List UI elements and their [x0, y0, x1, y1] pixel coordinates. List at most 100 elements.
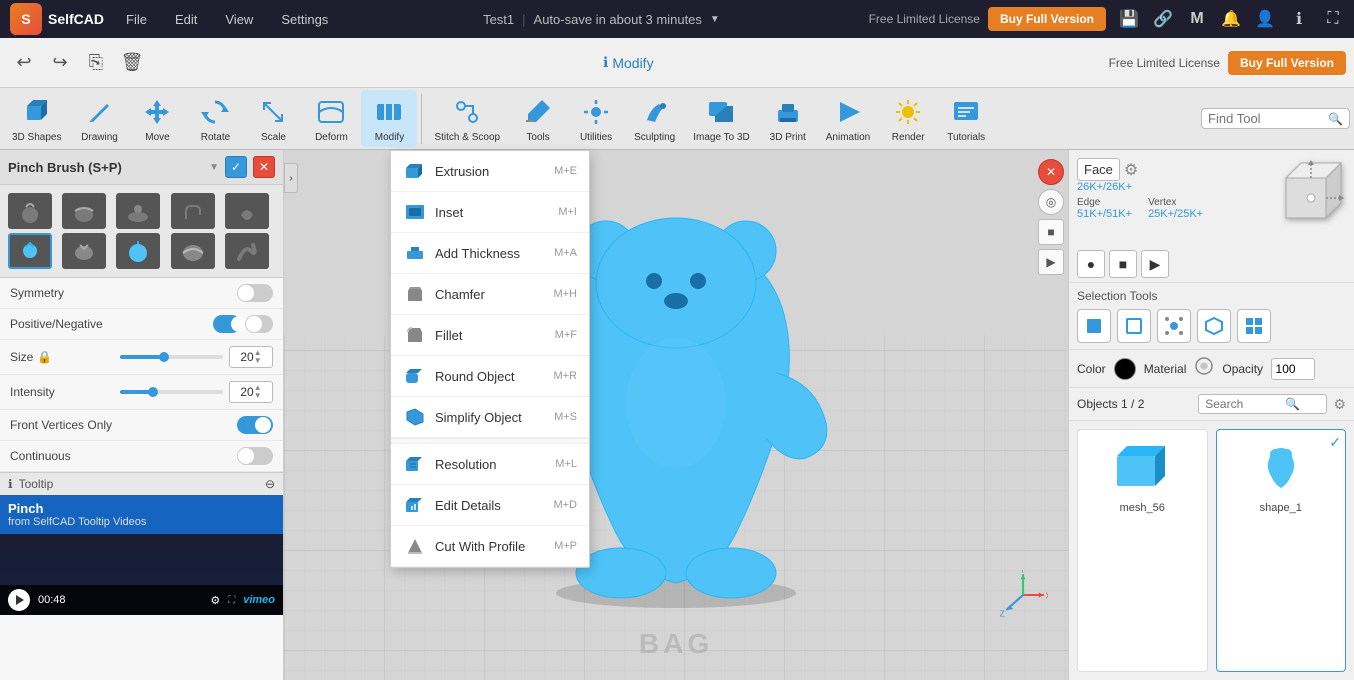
tool-modify[interactable]: Modify [361, 90, 417, 147]
view-mode-icon-3[interactable]: ▶ [1141, 250, 1169, 278]
menu-file[interactable]: File [120, 10, 153, 29]
objects-search-icon[interactable]: 🔍 [1285, 397, 1300, 411]
brush-dropdown-arrow[interactable]: ▼ [209, 162, 219, 173]
select-object-button[interactable] [1197, 309, 1231, 343]
brush-cancel-button[interactable]: ✕ [253, 156, 275, 178]
view-mode-icon-2[interactable]: ■ [1109, 250, 1137, 278]
tool-stitch[interactable]: Stitch & Scoop [426, 90, 508, 147]
tool-3dshapes[interactable]: 3D Shapes [4, 90, 69, 147]
tooltip-collapse-button[interactable]: ⊖ [265, 477, 275, 491]
tool-render[interactable]: Render [880, 90, 936, 147]
intensity-slider[interactable] [120, 390, 224, 394]
brush-crease[interactable] [171, 233, 215, 269]
brush-pinch[interactable] [8, 193, 52, 229]
select-face-button[interactable] [1077, 309, 1111, 343]
brush-inflate[interactable] [116, 233, 160, 269]
size-slider[interactable] [120, 355, 224, 359]
symmetry-toggle[interactable] [237, 284, 273, 302]
viewport-square-btn2[interactable]: ▶ [1038, 249, 1064, 275]
view-settings-icon[interactable]: ⚙ [1124, 160, 1138, 180]
brush-confirm-button[interactable]: ✓ [225, 156, 247, 178]
dropdown-extrusion[interactable]: Extrusion M+E [391, 151, 589, 192]
menu-settings[interactable]: Settings [275, 10, 334, 29]
autosave-arrow[interactable]: ▼ [710, 14, 720, 25]
brush-smooth[interactable] [62, 193, 106, 229]
save-icon[interactable]: 💾 [1118, 8, 1140, 30]
share-icon[interactable]: 🔗 [1152, 8, 1174, 30]
undo-button[interactable]: ↩ [8, 47, 40, 79]
positive-toggle[interactable] [213, 315, 241, 333]
brush-push[interactable] [62, 233, 106, 269]
objects-search-input[interactable] [1205, 397, 1285, 411]
dropdown-fillet[interactable]: Fillet M+F [391, 315, 589, 356]
logo-icon[interactable]: S [10, 3, 42, 35]
face-mode-dropdown[interactable]: Face [1077, 158, 1120, 181]
tool-move[interactable]: Move [129, 90, 185, 147]
tool-scale[interactable]: Scale [245, 90, 301, 147]
tool-deform[interactable]: Deform [303, 90, 359, 147]
redo-button[interactable]: ↪ [44, 47, 76, 79]
view-mode-icon-1[interactable]: ● [1077, 250, 1105, 278]
dropdown-inset[interactable]: Inset M+I [391, 192, 589, 233]
dropdown-add-thickness[interactable]: Add Thickness M+A [391, 233, 589, 274]
color-swatch[interactable] [1114, 358, 1136, 380]
close-viewport-button[interactable]: ✕ [1038, 159, 1064, 185]
continuous-toggle[interactable] [237, 447, 273, 465]
info-icon[interactable]: ℹ [1288, 8, 1310, 30]
buy-button2[interactable]: Buy Full Version [1228, 51, 1346, 75]
dropdown-simplify-object[interactable]: Simplify Object M+S [391, 397, 589, 438]
dropdown-edit-details[interactable]: Edit Details M+D [391, 485, 589, 526]
size-input[interactable]: 20 ▲ ▼ [229, 346, 273, 368]
video-expand-icon[interactable]: ⛶ [228, 595, 235, 606]
object-card-mesh56[interactable]: mesh_56 [1077, 429, 1208, 672]
m-icon[interactable]: M [1186, 8, 1208, 30]
dropdown-resolution[interactable]: Resolution M+L [391, 444, 589, 485]
brush-snake[interactable] [225, 233, 269, 269]
opacity-input[interactable] [1271, 358, 1315, 380]
tool-sculpting[interactable]: Sculpting [626, 90, 683, 147]
buy-button[interactable]: Buy Full Version [988, 7, 1106, 31]
intensity-down-arrow[interactable]: ▼ [254, 392, 262, 400]
negative-toggle[interactable] [245, 315, 273, 333]
brush-grab[interactable] [171, 193, 215, 229]
find-tool-input[interactable] [1208, 111, 1328, 126]
select-edge-button[interactable] [1117, 309, 1151, 343]
brush-flatten[interactable] [116, 193, 160, 229]
tool-drawing[interactable]: Drawing [71, 90, 127, 147]
tool-3dprint-label: 3D Print [770, 132, 806, 143]
video-play-button[interactable] [8, 589, 30, 611]
brush-twist[interactable] [225, 193, 269, 229]
object-card-shape1[interactable]: ✓ shape_1 [1216, 429, 1347, 672]
objects-settings-icon[interactable]: ⚙ [1333, 396, 1346, 413]
size-lock-icon[interactable]: 🔒 [37, 350, 52, 364]
tool-tutorials[interactable]: Tutorials [938, 90, 994, 147]
front-vertices-toggle[interactable] [237, 416, 273, 434]
view-cube[interactable] [1266, 158, 1346, 238]
notification-icon[interactable]: 🔔 [1220, 8, 1242, 30]
select-vertex-button[interactable] [1157, 309, 1191, 343]
tool-rotate[interactable]: Rotate [187, 90, 243, 147]
dropdown-chamfer[interactable]: Chamfer M+H [391, 274, 589, 315]
delete-button[interactable]: 🗑 [116, 47, 148, 79]
intensity-input[interactable]: 20 ▲ ▼ [229, 381, 273, 403]
tool-3dprint[interactable]: 3D Print [760, 90, 816, 147]
select-all-button[interactable] [1237, 309, 1271, 343]
tool-tools[interactable]: Tools [510, 90, 566, 147]
video-settings-icon[interactable]: ⚙ [210, 594, 220, 607]
material-button[interactable] [1194, 356, 1214, 381]
dropdown-cut-with-profile[interactable]: Cut With Profile M+P [391, 526, 589, 567]
fullscreen-icon[interactable]: ⛶ [1322, 8, 1344, 30]
user-icon[interactable]: 👤 [1254, 8, 1276, 30]
brush-pinch2[interactable] [8, 233, 52, 269]
nav-expand-button[interactable]: › [284, 163, 298, 193]
tool-image-to-3d[interactable]: Image To 3D [685, 90, 758, 147]
tool-animation[interactable]: Animation [818, 90, 878, 147]
tool-utilities[interactable]: Utilities [568, 90, 624, 147]
target-icon[interactable]: ◎ [1038, 189, 1064, 215]
size-down-arrow[interactable]: ▼ [254, 357, 262, 365]
menu-edit[interactable]: Edit [169, 10, 203, 29]
copy-button[interactable]: ⎘ [80, 47, 112, 79]
dropdown-round-object[interactable]: Round Object M+R [391, 356, 589, 397]
menu-view[interactable]: View [219, 10, 259, 29]
viewport-square-btn1[interactable]: ■ [1038, 219, 1064, 245]
